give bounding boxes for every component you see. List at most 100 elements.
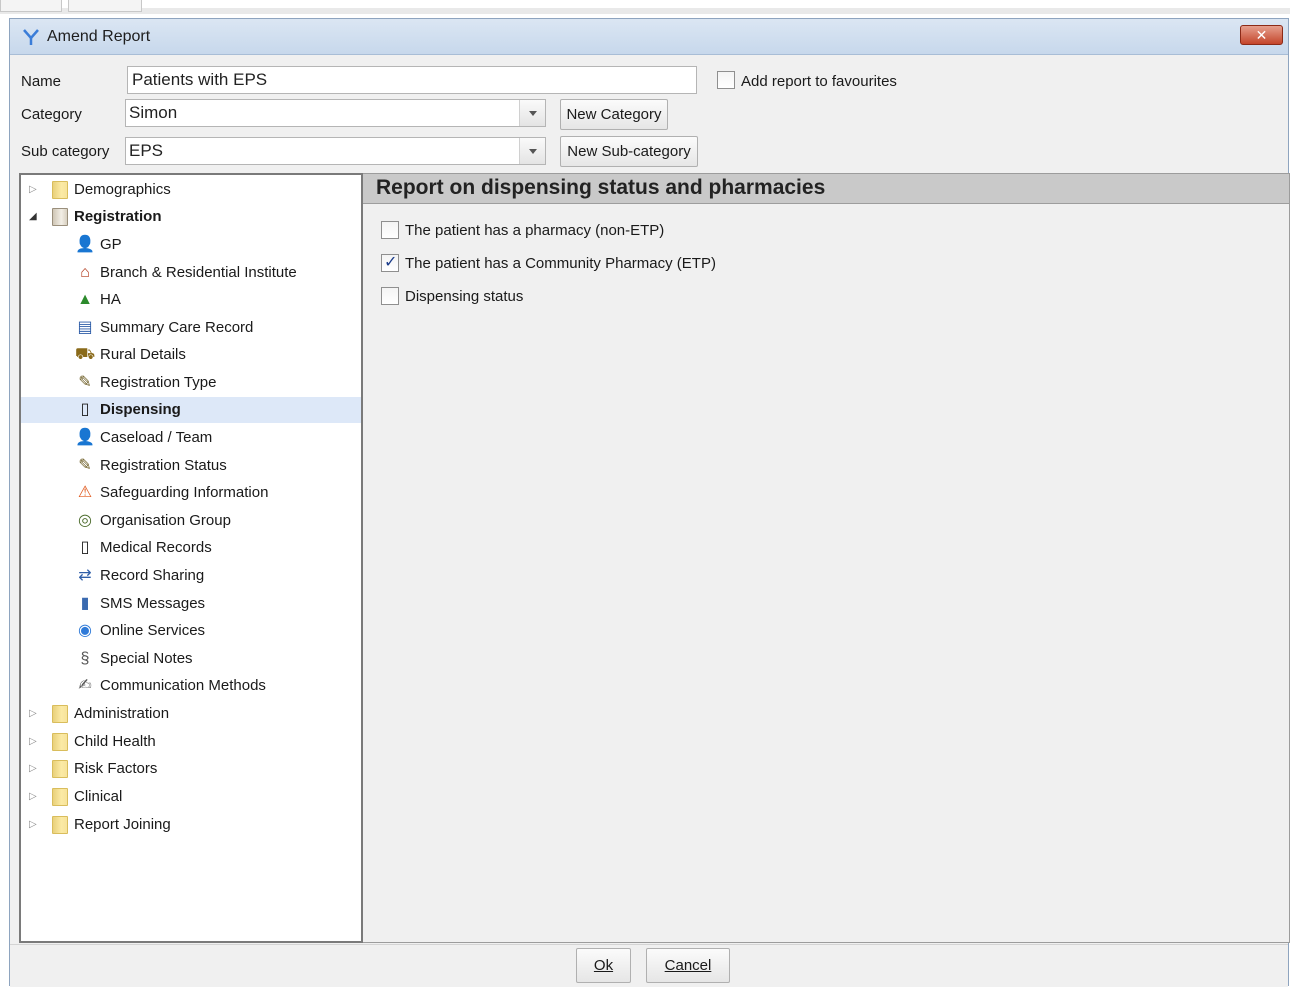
option-label: The patient has a Community Pharmacy (ET… <box>405 255 716 272</box>
background-tab <box>68 0 142 12</box>
close-button[interactable]: ✕ <box>1240 25 1283 45</box>
tree-item-label: Communication Methods <box>100 677 266 694</box>
tree-node-administration[interactable]: ▷ Administration <box>21 701 361 727</box>
notes-icon: § <box>80 650 90 667</box>
globe-icon: ◉ <box>78 622 92 639</box>
folder-icon <box>52 733 68 751</box>
tree-item-branch[interactable]: ⌂ Branch & Residential Institute <box>21 260 361 286</box>
tree-item-caseload-team[interactable]: 👤 Caseload / Team <box>21 425 361 451</box>
expand-arrow-icon[interactable]: ▷ <box>29 756 39 782</box>
tree-item-dispensing[interactable]: ▯ Dispensing <box>21 397 361 423</box>
expand-arrow-icon[interactable]: ▷ <box>29 784 39 810</box>
open-folder-icon <box>52 208 68 226</box>
category-label: Category <box>21 106 82 123</box>
tree-item-summary-care-record[interactable]: ▤ Summary Care Record <box>21 315 361 341</box>
window-title: Amend Report <box>47 28 151 45</box>
tree-item-label: Rural Details <box>100 346 186 363</box>
tree-node-registration[interactable]: ◢ Registration <box>21 204 361 230</box>
name-label: Name <box>21 73 62 90</box>
report-options-panel: Report on dispensing status and pharmaci… <box>363 173 1290 943</box>
option-checkbox-community-pharmacy-etp[interactable] <box>381 252 399 272</box>
category-value: Simon <box>129 103 178 122</box>
collapse-arrow-icon[interactable]: ◢ <box>29 204 39 230</box>
expand-arrow-icon[interactable]: ▷ <box>29 729 39 755</box>
new-category-button[interactable]: New Category <box>560 99 668 130</box>
folder-icon <box>52 760 68 778</box>
tree-item-label: Caseload / Team <box>100 429 213 446</box>
tree-item-registration-type[interactable]: ✎ Registration Type <box>21 370 361 396</box>
tree-item-organisation-group[interactable]: ◎ Organisation Group <box>21 508 361 534</box>
expand-arrow-icon[interactable]: ▷ <box>29 177 39 203</box>
person-icon: 👤 <box>75 429 95 446</box>
cancel-button[interactable]: Cancel <box>646 948 730 983</box>
app-logo-icon <box>23 29 39 45</box>
tree-item-label: GP <box>100 236 122 253</box>
tree-node-clinical[interactable]: ▷ Clinical <box>21 784 361 810</box>
dialog-button-bar: Ok Cancel <box>10 944 1288 987</box>
tree-item-record-sharing[interactable]: ⇄ Record Sharing <box>21 563 361 589</box>
folder-icon <box>52 705 68 723</box>
bottle-icon: ▯ <box>80 401 90 418</box>
tree-item-sms-messages[interactable]: ▮ SMS Messages <box>21 591 361 617</box>
report-category-tree[interactable]: ▷ Demographics ◢ Registration 👤 GP ⌂ Bra… <box>19 173 363 943</box>
warning-icon: ⚠ <box>77 484 93 501</box>
tree-item-registration-status[interactable]: ✎ Registration Status <box>21 453 361 479</box>
tree-node-child-health[interactable]: ▷ Child Health <box>21 729 361 755</box>
tree-item-label: Branch & Residential Institute <box>100 264 297 281</box>
tree-item-label: HA <box>100 291 121 308</box>
expand-arrow-icon[interactable]: ▷ <box>29 701 39 727</box>
favourites-label: Add report to favourites <box>741 73 897 90</box>
tree-node-risk-factors[interactable]: ▷ Risk Factors <box>21 756 361 782</box>
tree-node-label: Risk Factors <box>74 760 158 777</box>
notepad-icon: ✎ <box>78 457 92 474</box>
new-subcategory-button[interactable]: New Sub-category <box>560 136 698 167</box>
notepad-icon: ✎ <box>78 374 92 391</box>
option-checkbox-pharmacy-non-etp[interactable] <box>381 221 399 239</box>
tree-item-medical-records[interactable]: ▯ Medical Records <box>21 535 361 561</box>
folder-file-icon: ▯ <box>80 539 90 556</box>
option-label: The patient has a pharmacy (non-ETP) <box>405 222 665 239</box>
chevron-down-icon[interactable] <box>519 138 545 164</box>
tree-item-online-services[interactable]: ◉ Online Services <box>21 618 361 644</box>
organisation-icon: ◎ <box>78 512 92 529</box>
tree-node-label: Child Health <box>74 733 156 750</box>
option-label: Dispensing status <box>405 288 524 305</box>
tree-item-label: Special Notes <box>100 650 193 667</box>
tree-item-label: SMS Messages <box>100 595 206 612</box>
title-bar: Amend Report ✕ <box>10 19 1288 55</box>
tree-item-label: Registration Status <box>100 457 227 474</box>
chevron-down-icon[interactable] <box>519 100 545 126</box>
tree-item-label: Record Sharing <box>100 567 205 584</box>
tree-item-safeguarding[interactable]: ⚠ Safeguarding Information <box>21 480 361 506</box>
ok-button[interactable]: Ok <box>576 948 631 983</box>
ha-icon: ▲ <box>77 291 93 308</box>
tree-item-label: Medical Records <box>100 539 212 556</box>
favourites-checkbox[interactable] <box>717 71 735 89</box>
category-select[interactable]: Simon <box>125 99 546 127</box>
share-icon: ⇄ <box>78 567 92 584</box>
tree-item-special-notes[interactable]: § Special Notes <box>21 646 361 672</box>
folder-icon <box>52 788 68 806</box>
record-icon: ▤ <box>77 319 93 336</box>
tree-item-label: Online Services <box>100 622 206 639</box>
tree-node-label: Administration <box>74 705 170 722</box>
tree-item-label: Organisation Group <box>100 512 231 529</box>
subcategory-select[interactable]: EPS <box>125 137 546 165</box>
tree-node-report-joining[interactable]: ▷ Report Joining <box>21 812 361 838</box>
panel-header: Report on dispensing status and pharmaci… <box>363 174 1289 204</box>
tree-item-label: Registration Type <box>100 374 217 391</box>
tree-item-communication-methods[interactable]: ✍ Communication Methods <box>21 673 361 699</box>
folder-icon <box>52 816 68 834</box>
expand-arrow-icon[interactable]: ▷ <box>29 812 39 838</box>
tree-node-demographics[interactable]: ▷ Demographics <box>21 177 361 203</box>
tree-item-label: Summary Care Record <box>100 319 254 336</box>
tree-item-rural-details[interactable]: ⛟ Rural Details <box>21 342 361 368</box>
panel-title: Report on dispensing status and pharmaci… <box>376 176 826 199</box>
tree-item-ha[interactable]: ▲ HA <box>21 287 361 313</box>
tree-item-gp[interactable]: 👤 GP <box>21 232 361 258</box>
option-checkbox-dispensing-status[interactable] <box>381 287 399 305</box>
subcategory-value: EPS <box>129 141 164 160</box>
name-input[interactable]: Patients with EPS <box>127 66 697 94</box>
tree-node-label: Registration <box>74 208 162 225</box>
background-strip <box>0 8 1290 14</box>
